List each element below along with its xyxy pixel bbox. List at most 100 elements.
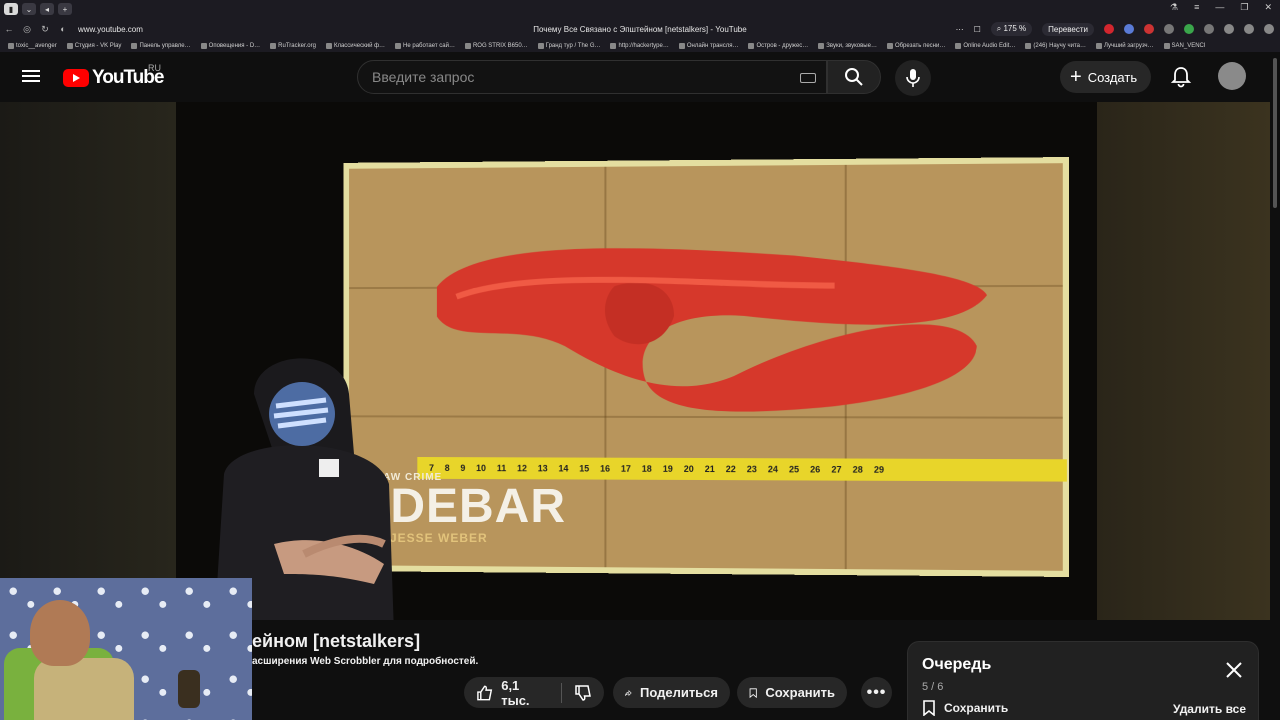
bookmark-label: SAN_VENCI (1171, 43, 1206, 49)
bookmark-favicon-icon (818, 43, 825, 49)
voice-search-button[interactable] (895, 60, 931, 96)
bookmark-favicon-icon (886, 43, 893, 49)
bookmark-favicon-icon (1025, 43, 1032, 49)
share-label: Поделиться (639, 685, 718, 700)
create-button[interactable]: + Создать (1060, 61, 1152, 93)
ruler-number: 18 (641, 463, 652, 474)
ruler-number: 26 (810, 464, 821, 475)
tab-active[interactable]: ◂ (40, 3, 54, 15)
extension-icon[interactable] (1204, 24, 1214, 34)
like-button[interactable]: 6,1 тыс. (464, 677, 561, 708)
minimize-button[interactable]: — (1215, 2, 1224, 13)
microphone-icon (906, 69, 920, 87)
queue-position: 5 / 6 (922, 681, 944, 693)
zoom-indicator[interactable]: ⌕ 175 % (990, 22, 1033, 36)
keyboard-icon[interactable] (800, 73, 816, 83)
bookmark-item[interactable]: (246) Научу чита… (1025, 43, 1086, 49)
extension-icon[interactable] (1164, 24, 1174, 34)
close-window-button[interactable]: ✕ (1264, 2, 1272, 13)
extension-icon[interactable] (1264, 24, 1274, 34)
video-description-snippet[interactable]: асширения Web Scrobbler для подробностей… (252, 656, 478, 667)
bookmark-item[interactable]: Онлайн трансля… (678, 43, 738, 49)
ambient-right (1097, 102, 1270, 620)
bookmark-item[interactable]: Обрезать песни… (886, 43, 946, 49)
bookmark-item[interactable]: Оповещения - D… (200, 43, 260, 49)
bookmark-item[interactable]: Студия - VK Play (66, 43, 121, 49)
bookmark-item[interactable]: ROG STRIX B650… (464, 43, 528, 49)
bookmarks-bar: toxic__avenger Студия - VK Play Панель упр… (0, 40, 1280, 52)
red-cloth (436, 246, 987, 413)
shield-icon[interactable]: ◎ (18, 24, 36, 35)
bookmark-item[interactable]: Гранд тур / The G… (537, 43, 601, 49)
bookmark-item[interactable]: toxic__avenger (8, 43, 57, 49)
bookmark-label: Online Audio Edit… (963, 43, 1016, 49)
overlay-big-text: IDEBAR (376, 480, 567, 533)
bookmark-label: toxic__avenger (16, 43, 57, 49)
search-button[interactable] (827, 60, 881, 94)
extension-icon[interactable] (1124, 24, 1134, 34)
share-button[interactable]: Поделиться (613, 677, 730, 708)
bookmark-label: Обрезать песни… (894, 43, 946, 49)
back-icon[interactable]: ← (0, 24, 18, 34)
extensions-icon[interactable]: ⚗ (1170, 2, 1178, 13)
bookmark-favicon-icon (131, 43, 138, 49)
notifications-bell-icon[interactable] (1170, 66, 1192, 88)
bookmark-favicon-icon (678, 43, 685, 49)
bookmark-favicon-icon (1095, 43, 1102, 49)
bookmark-label: (246) Научу чита… (1033, 43, 1086, 49)
bookmark-favicon-icon (610, 43, 617, 49)
bookmark-label: RuTracker.org (278, 43, 316, 49)
translate-button[interactable]: Перевести (1042, 22, 1094, 36)
maximize-button[interactable]: ❐ (1240, 2, 1248, 13)
avatar[interactable] (1218, 62, 1246, 90)
save-button[interactable]: Сохранить (737, 677, 847, 708)
video-player[interactable]: 7 8 9 10 11 12 13 14 15 16 17 18 19 20 21 22 23 24 25 26 27 2… (176, 102, 1097, 620)
clear-queue-button[interactable]: Удалить все (1173, 702, 1246, 716)
extension-icon[interactable] (1184, 24, 1194, 34)
ruler-number: 23 (746, 464, 757, 475)
scrollbar-thumb[interactable] (1273, 58, 1277, 208)
bookmark-item[interactable]: SAN_VENCI (1163, 43, 1206, 49)
queue-save-button[interactable]: Сохранить (922, 700, 1008, 716)
bookmark-item[interactable]: Звуки, звуковые… (818, 43, 877, 49)
menu-icon[interactable]: ≡ (1194, 2, 1199, 13)
bookmark-favicon-icon (270, 43, 277, 49)
bookmark-item[interactable]: http://hackertype… (610, 43, 669, 49)
like-count: 6,1 тыс. (501, 677, 530, 708)
hamburger-menu-icon[interactable] (22, 67, 40, 85)
bookmark-favicon-icon (537, 43, 544, 49)
tab-list-icon[interactable]: ⌄ (22, 3, 36, 15)
address-bar: ← ◎ ↻ ◐ www.youtube.com Почему Все Связа… (0, 18, 1280, 40)
bookmark-item[interactable]: Online Audio Edit… (955, 43, 1015, 49)
window-controls: ⚗ ≡ — ❐ ✕ (1170, 2, 1272, 13)
bookmark-item[interactable]: Не работает сай… (395, 43, 455, 49)
bookmark-item[interactable]: Остров - дружес… (748, 43, 808, 49)
extension-icon[interactable] (1104, 24, 1114, 34)
extension-icon[interactable] (1244, 24, 1254, 34)
bookmark-icon[interactable]: ☐ (974, 25, 981, 34)
bookmark-label: Не работает сай… (403, 43, 455, 49)
page-scrollbar[interactable] (1270, 52, 1280, 720)
like-dislike-group: 6,1 тыс. (464, 677, 604, 708)
more-icon[interactable]: ⋯ (956, 25, 964, 34)
bookmark-item[interactable]: Панель управле… (131, 43, 191, 49)
bookmark-item[interactable]: Классический ф… (325, 43, 385, 49)
dislike-button[interactable] (562, 677, 604, 708)
site-info-icon[interactable]: ◐ (54, 24, 72, 34)
bookmark-favicon-icon (395, 43, 402, 49)
sidebar-toggle-icon[interactable]: ▮ (4, 3, 18, 15)
bookmark-favicon-icon (66, 43, 73, 49)
reload-icon[interactable]: ↻ (36, 24, 54, 35)
webcam-overlay (0, 578, 252, 720)
bookmark-item[interactable]: Лучший загрузч… (1095, 43, 1154, 49)
close-icon[interactable] (1224, 660, 1244, 680)
search-input[interactable] (372, 69, 772, 85)
extension-icon[interactable] (1224, 24, 1234, 34)
bookmark-label: Гранд тур / The G… (545, 43, 601, 49)
bookmark-item[interactable]: RuTracker.org (270, 43, 316, 49)
more-actions-button[interactable]: ••• (861, 677, 892, 708)
extension-icon[interactable] (1144, 24, 1154, 34)
url-field[interactable]: www.youtube.com (78, 25, 143, 34)
queue-save-label: Сохранить (944, 701, 1009, 715)
new-tab-button[interactable]: + (58, 3, 72, 15)
